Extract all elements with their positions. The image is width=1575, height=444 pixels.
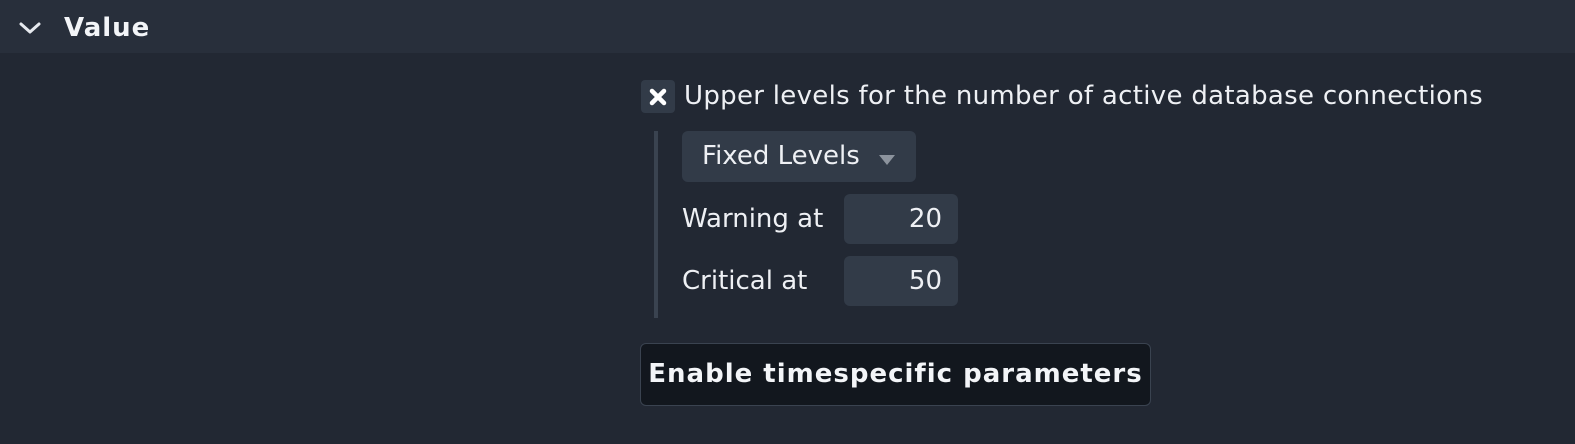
nested-indent-line — [654, 131, 658, 318]
critical-at-input[interactable]: 50 — [844, 256, 958, 306]
section-header-value[interactable]: Value — [0, 0, 1575, 53]
chevron-down-icon[interactable] — [17, 18, 43, 38]
upper-levels-checkbox[interactable] — [641, 80, 675, 113]
enable-timespecific-button[interactable]: Enable timespecific parameters — [640, 343, 1151, 406]
critical-at-label: Critical at — [682, 266, 808, 296]
levels-type-select[interactable]: Fixed Levels — [682, 131, 916, 182]
x-mark-icon — [649, 88, 667, 105]
warning-at-label: Warning at — [682, 204, 824, 234]
upper-levels-label[interactable]: Upper levels for the number of active da… — [684, 80, 1483, 113]
caret-down-icon — [879, 155, 895, 165]
warning-at-input[interactable]: 20 — [844, 194, 958, 244]
levels-type-selected: Fixed Levels — [702, 141, 860, 171]
section-title: Value — [64, 13, 151, 43]
